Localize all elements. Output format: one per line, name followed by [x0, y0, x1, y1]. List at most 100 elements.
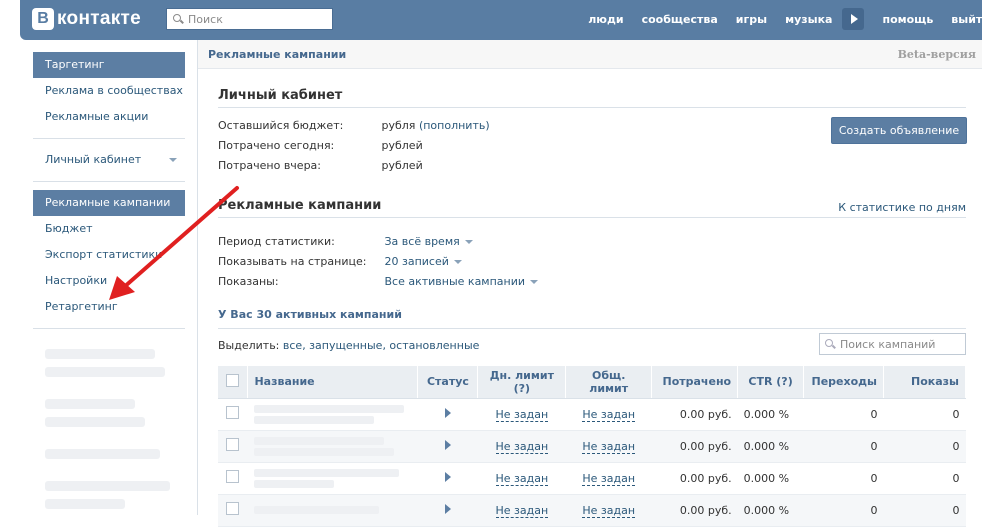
- filter-per-page-dropdown[interactable]: 20 записей: [385, 255, 449, 268]
- top-nav: люди сообщества игры музыка помощь выйти: [570, 0, 982, 38]
- dropdown-arrow-icon: [464, 240, 473, 244]
- nav-music[interactable]: музыка: [785, 13, 832, 26]
- search-placeholder: Поиск: [188, 12, 223, 26]
- top-up-link[interactable]: (пополнить): [419, 119, 490, 132]
- campaign-search-input[interactable]: Поиск кампаний: [819, 333, 966, 355]
- row-checkbox[interactable]: [226, 470, 240, 483]
- logo-text: контакте: [57, 8, 141, 29]
- beta-label: Beta-версия: [897, 47, 976, 61]
- clicks-value: 0: [803, 462, 884, 495]
- search-icon: [173, 13, 184, 25]
- total-limit-value[interactable]: Не задан: [582, 439, 636, 454]
- today-row: Потрачено сегодня: рублей: [218, 139, 423, 152]
- table-row[interactable]: Не задан Не задан 0.00 руб. 0.000 % 0 0: [218, 494, 966, 527]
- dropdown-arrow-icon: [530, 280, 539, 284]
- total-limit-value[interactable]: Не задан: [582, 471, 636, 486]
- select-options[interactable]: все, запущенные, остановленные: [283, 339, 480, 352]
- yesterday-row: Потрачено вчера: рублей: [218, 159, 423, 172]
- table-header: Название Статус Дн. лимит (?) Общ. лимит…: [218, 366, 966, 399]
- campaign-search-placeholder: Поиск кампаний: [840, 337, 936, 351]
- day-limit-value[interactable]: Не задан: [495, 407, 549, 422]
- sidebar-divider: [33, 138, 185, 139]
- day-limit-value[interactable]: Не задан: [495, 439, 549, 454]
- search-icon: [825, 338, 836, 350]
- nav-communities[interactable]: сообщества: [642, 13, 718, 26]
- page-header: Рекламные кампании Beta-версия: [198, 40, 982, 69]
- table-row[interactable]: Не задан Не задан 0.00 руб. 0.000 % 0 0: [218, 398, 966, 431]
- select-label: Выделить:: [218, 339, 280, 352]
- table-row[interactable]: Не задан Не задан 0.00 руб. 0.000 % 0 0: [218, 430, 966, 463]
- spent-value: 0.00 руб.: [651, 430, 738, 463]
- col-name[interactable]: Название: [247, 366, 419, 399]
- play-icon[interactable]: [444, 503, 451, 514]
- vk-logo[interactable]: В контакте: [32, 8, 141, 30]
- nav-people[interactable]: люди: [588, 13, 623, 26]
- sidebar-item-cabinet[interactable]: Личный кабинет: [33, 147, 185, 173]
- search-input[interactable]: Поиск: [166, 8, 333, 30]
- col-total-limit[interactable]: Общ. лимит: [565, 366, 653, 399]
- nav-logout[interactable]: выйти: [951, 13, 982, 26]
- filter-per-page: Показывать на странице: 20 записей: [218, 255, 462, 268]
- red-arrow-annotation: [109, 186, 239, 300]
- dropdown-arrow-icon: [453, 260, 462, 264]
- col-ctr[interactable]: CTR (?): [737, 366, 805, 399]
- ctr-value: 0.000 %: [737, 494, 804, 527]
- spent-value: 0.00 руб.: [651, 494, 738, 527]
- row-checkbox[interactable]: [226, 502, 240, 515]
- yesterday-value: рублей: [381, 159, 423, 172]
- table-row[interactable]: Не задан Не задан 0.00 руб. 0.000 % 0 0: [218, 462, 966, 495]
- filter-shown: Показаны: Все активные кампании: [218, 275, 539, 288]
- ctr-value: 0.000 %: [737, 430, 804, 463]
- page-title: Рекламные кампании: [208, 47, 347, 61]
- cabinet-title: Личный кабинет: [218, 88, 343, 103]
- total-limit-value[interactable]: Не задан: [582, 503, 636, 518]
- spent-value: 0.00 руб.: [651, 462, 738, 495]
- views-value: 0: [883, 430, 966, 463]
- row-checkbox[interactable]: [226, 406, 240, 419]
- filter-shown-dropdown[interactable]: Все активные кампании: [385, 275, 526, 288]
- clicks-value: 0: [803, 494, 884, 527]
- nav-help[interactable]: помощь: [882, 13, 933, 26]
- divider: [218, 107, 966, 108]
- spent-value: 0.00 руб.: [651, 398, 738, 431]
- sidebar-item-targeting[interactable]: Таргетинг: [33, 52, 185, 78]
- views-value: 0: [883, 462, 966, 495]
- budget-label: Оставшийся бюджет:: [218, 119, 344, 132]
- day-limit-value[interactable]: Не задан: [495, 503, 549, 518]
- daily-stats-link[interactable]: К статистике по дням: [838, 201, 966, 214]
- ctr-value: 0.000 %: [737, 462, 804, 495]
- day-limit-value[interactable]: Не задан: [495, 471, 549, 486]
- col-views[interactable]: Показы: [883, 366, 966, 399]
- play-icon[interactable]: [444, 439, 451, 450]
- blurred-content: [33, 349, 185, 509]
- chevron-down-icon: [169, 158, 177, 162]
- play-icon[interactable]: [444, 407, 451, 418]
- nav-games[interactable]: игры: [736, 13, 767, 26]
- total-limit-value[interactable]: Не задан: [582, 407, 636, 422]
- col-spent[interactable]: Потрачено: [651, 366, 739, 399]
- top-bar: В контакте Поиск люди сообщества игры му…: [20, 0, 982, 40]
- music-play-icon[interactable]: [842, 8, 865, 30]
- budget-row: Оставшийся бюджет: рубля (пополнить): [218, 119, 490, 132]
- main-content: Рекламные кампании Beta-версия Личный ка…: [197, 40, 982, 527]
- campaign-name[interactable]: [247, 494, 418, 527]
- campaigns-table: Название Статус Дн. лимит (?) Общ. лимит…: [218, 366, 966, 527]
- filter-period-dropdown[interactable]: За всё время: [385, 235, 460, 248]
- row-checkbox[interactable]: [226, 438, 240, 451]
- sidebar-cabinet-label: Личный кабинет: [45, 153, 142, 166]
- campaign-name[interactable]: [247, 430, 418, 463]
- campaign-name[interactable]: [247, 462, 418, 495]
- logo-mark: В: [32, 8, 54, 30]
- sidebar-item-community-ads[interactable]: Реклама в сообществах: [33, 78, 185, 104]
- select-all-cell: [218, 366, 249, 399]
- play-icon[interactable]: [444, 471, 451, 482]
- create-ad-button[interactable]: Создать объявление: [831, 117, 967, 144]
- col-status[interactable]: Статус: [417, 366, 479, 399]
- sidebar-item-promotions[interactable]: Рекламные акции: [33, 104, 185, 130]
- col-day-limit[interactable]: Дн. лимит (?): [477, 366, 567, 399]
- campaign-name[interactable]: [247, 398, 418, 431]
- select-all-checkbox[interactable]: [226, 373, 240, 387]
- ctr-value: 0.000 %: [737, 398, 804, 431]
- col-clicks[interactable]: Переходы: [803, 366, 884, 399]
- budget-value: рубля: [381, 119, 416, 132]
